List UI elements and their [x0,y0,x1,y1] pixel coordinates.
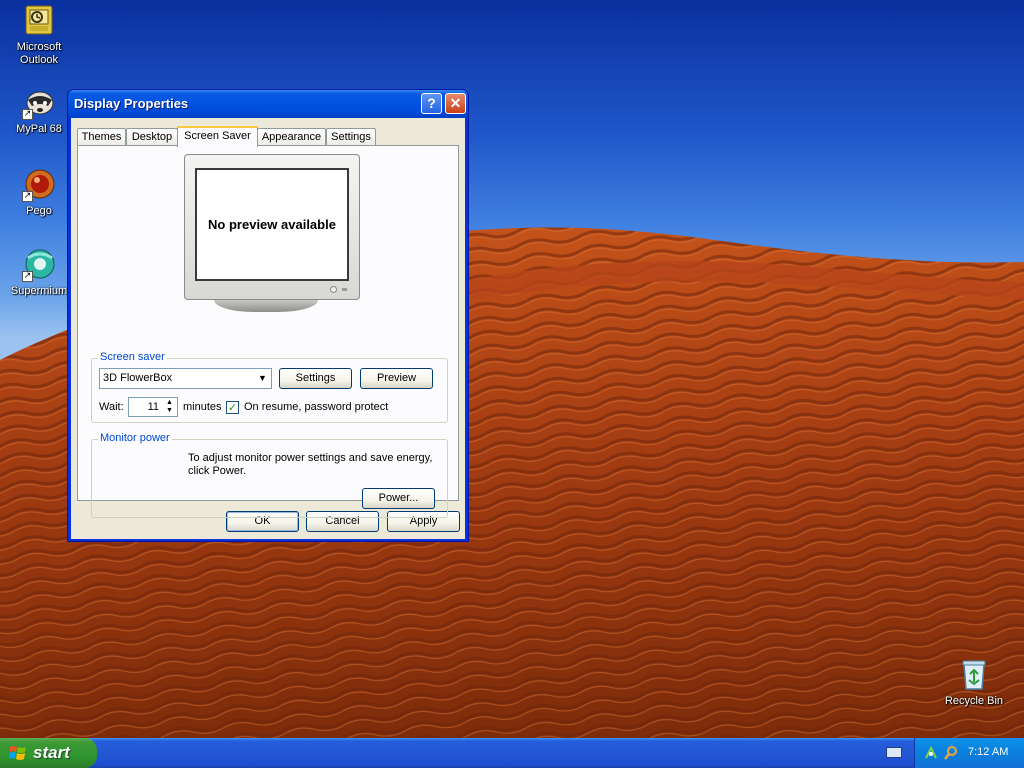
monitor-power-description: click Power. [188,465,247,477]
outlook-icon [22,4,56,38]
windows-logo-icon [9,746,26,760]
desktop-icon-label: Microsoft [16,41,62,53]
screen-saver-group: Screen saver 3D FlowerBox ▼ Settings Pre… [91,351,448,423]
password-protect-checkbox[interactable]: ✓ [226,401,239,414]
shortcut-arrow-icon: ↗ [22,109,33,120]
desktop-icon-label: Recycle Bin [944,695,1004,707]
monitor-power-group: Monitor power To adjust monitor power se… [91,432,448,518]
search-icon[interactable] [943,745,959,761]
wait-value: 11 [147,401,159,413]
monitor-power-description: To adjust monitor power settings and sav… [188,452,433,464]
monitor-power-group-title: Monitor power [98,432,172,444]
checkmark-icon: ✓ [227,401,238,414]
screen-saver-selected: 3D FlowerBox [103,372,173,384]
preview-message: No preview available [208,217,336,232]
screen-saver-group-title: Screen saver [98,351,167,363]
spin-up-icon[interactable]: ▲ [163,399,176,407]
spin-down-icon[interactable]: ▼ [163,407,176,415]
screen-saver-dropdown[interactable]: 3D FlowerBox ▼ [99,368,272,389]
network-icon[interactable] [923,745,939,761]
desktop-icon-recycle-bin[interactable]: Recycle Bin [935,658,1013,708]
wait-label: Wait: [99,401,124,413]
dialog-client-area: Themes Desktop Screen Saver Appearance S… [71,118,465,539]
desktop-icon-outlook[interactable]: Microsoft Outlook [0,4,78,67]
close-button[interactable]: ✕ [445,93,466,114]
monitor-button-icon [342,288,347,291]
screen-saver-panel: No preview available Screen saver 3D Flo… [77,145,459,518]
monitor-preview: No preview available [184,154,360,300]
preview-screen: No preview available [195,168,349,281]
desktop-icon-label: Outlook [20,54,58,66]
start-button[interactable]: start [0,738,97,768]
settings-button[interactable]: Settings [279,368,352,389]
wait-minutes-spinner[interactable]: 11 ▲ ▼ [128,397,178,417]
minutes-label: minutes [183,401,222,413]
clock[interactable]: 7:12 AM [968,746,1008,758]
window-title: Display Properties [74,96,189,111]
recycle-bin-icon [957,658,991,692]
help-icon: ? [427,95,436,111]
pego-icon: ↗ [22,168,56,202]
power-button[interactable]: Power... [362,488,435,509]
tab-screen-saver[interactable]: Screen Saver [177,126,258,147]
mypal-icon: ↗ [22,86,56,120]
tab-settings[interactable]: Settings [326,128,376,146]
tab-themes[interactable]: Themes [77,128,126,146]
display-properties-window: Display Properties ? ✕ Themes Desktop Sc… [67,89,469,542]
help-button[interactable]: ? [421,93,442,114]
shortcut-arrow-icon: ↗ [22,191,33,202]
tab-appearance[interactable]: Appearance [257,128,326,146]
power-led-icon [330,286,337,293]
password-protect-label[interactable]: On resume, password protect [244,401,388,413]
chevron-down-icon: ▼ [255,370,270,387]
preview-button[interactable]: Preview [360,368,433,389]
keyboard-language-icon[interactable] [886,747,902,758]
shortcut-arrow-icon: ↗ [22,271,33,282]
monitor-stand [214,300,318,312]
close-icon: ✕ [449,95,462,111]
tab-desktop[interactable]: Desktop [126,128,178,146]
taskbar: start 7:12 AM [0,738,1024,768]
title-bar[interactable]: Display Properties ? ✕ [68,90,468,118]
system-tray: 7:12 AM [914,738,1024,768]
supermium-icon: ↗ [22,248,56,282]
start-label: start [33,743,70,762]
